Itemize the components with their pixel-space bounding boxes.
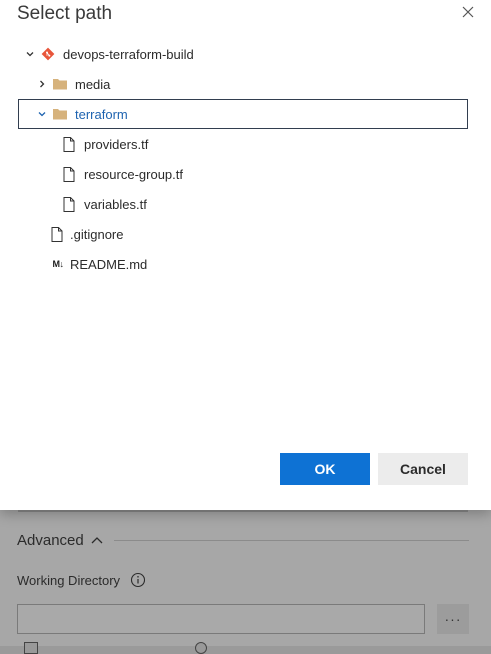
chevron-right-icon[interactable] — [36, 78, 48, 90]
tree-item-folder-selected[interactable]: terraform — [18, 99, 468, 129]
working-directory-label: Working Directory — [17, 572, 121, 588]
ok-button[interactable]: OK — [280, 453, 370, 485]
tree-item-file[interactable]: .gitignore — [18, 219, 468, 249]
working-directory-input[interactable] — [17, 604, 425, 634]
tree-item-file[interactable]: resource-group.tf — [18, 159, 468, 189]
tree-item-label: variables.tf — [84, 196, 147, 212]
working-directory-label-row: Working Directory — [17, 572, 146, 588]
file-icon — [61, 136, 77, 152]
cancel-button[interactable]: Cancel — [378, 453, 468, 485]
tree-item-file[interactable]: providers.tf — [18, 129, 468, 159]
advanced-section-header[interactable]: Advanced — [17, 530, 469, 550]
file-icon — [49, 226, 65, 242]
tree-item-label: README.md — [70, 256, 148, 272]
select-path-dialog: Select path devops-terraform-build media… — [0, 0, 491, 510]
dialog-title: Select path — [17, 3, 113, 24]
advanced-label: Advanced — [17, 531, 84, 549]
tree-item-file[interactable]: variables.tf — [18, 189, 468, 219]
checkbox[interactable] — [24, 642, 38, 654]
folder-icon — [52, 106, 68, 122]
field-underline — [18, 510, 468, 512]
chevron-up-icon — [91, 537, 103, 544]
tree-item-label: devops-terraform-build — [63, 46, 194, 62]
file-icon — [61, 166, 77, 182]
tree-item-label: providers.tf — [84, 136, 149, 152]
tree-item-file[interactable]: M↓ README.md — [18, 249, 468, 279]
tree-item-label: resource-group.tf — [84, 166, 183, 182]
folder-icon — [52, 76, 68, 92]
tree-item-repo[interactable]: devops-terraform-build — [18, 39, 468, 69]
tree-item-label: .gitignore — [70, 226, 124, 242]
tree-item-folder[interactable]: media — [18, 69, 468, 99]
browse-button[interactable]: ··· — [437, 604, 469, 634]
info-icon[interactable] — [130, 572, 146, 588]
radio-button[interactable] — [195, 642, 207, 654]
git-repo-icon — [40, 46, 56, 62]
tree-item-label: terraform — [75, 106, 128, 122]
chevron-down-icon[interactable] — [36, 108, 48, 120]
file-icon — [61, 196, 77, 212]
chevron-down-icon[interactable] — [24, 48, 36, 60]
section-divider — [113, 539, 469, 541]
markdown-icon: M↓ — [52, 259, 65, 269]
tree-item-label: media — [75, 76, 111, 92]
close-icon — [462, 6, 474, 18]
close-button[interactable] — [458, 2, 478, 22]
